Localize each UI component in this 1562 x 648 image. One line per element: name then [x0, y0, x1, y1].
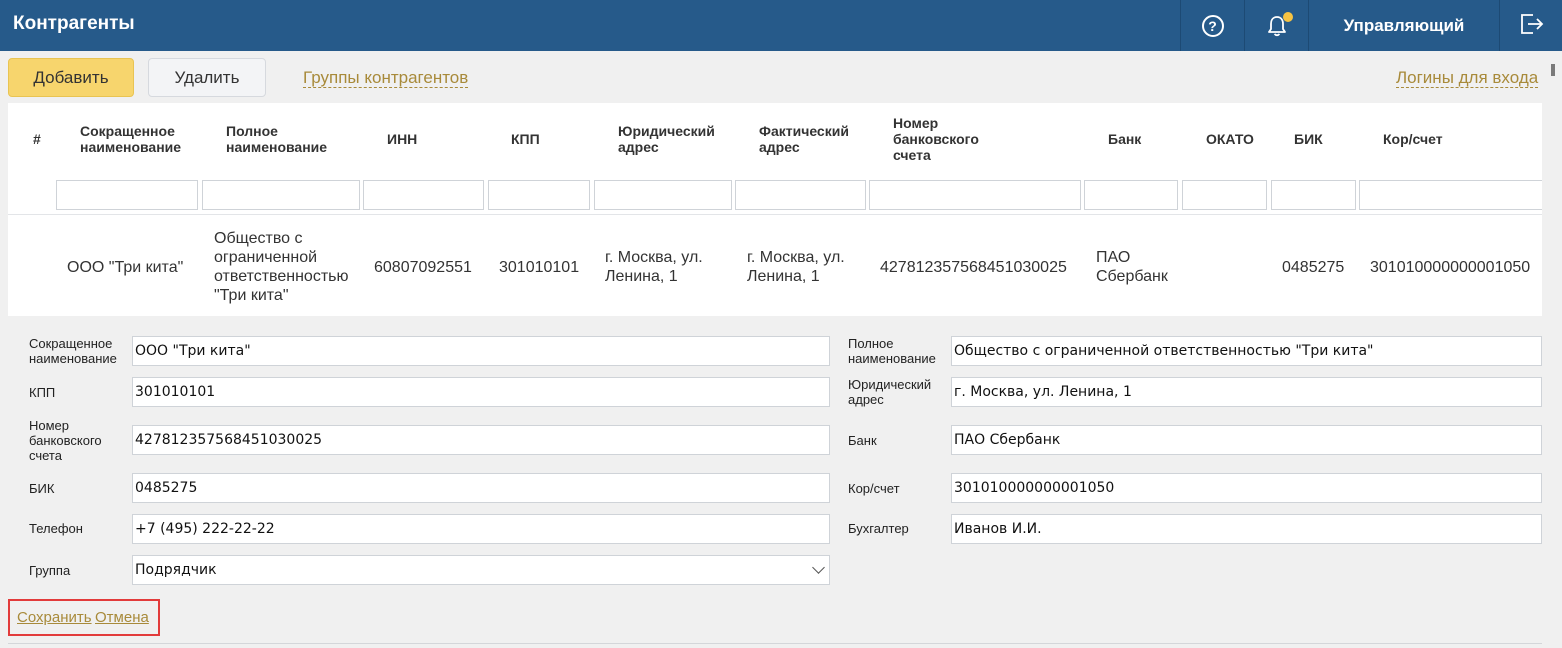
- cell-legal-address: г. Москва, ул. Ленина, 1: [605, 249, 703, 285]
- column-header-short-name[interactable]: Сокращенное наименование: [80, 123, 210, 155]
- accountant-field[interactable]: Иванов И.И.: [951, 514, 1542, 544]
- filter-input-bik[interactable]: [1271, 180, 1356, 210]
- app-header: Контрагенты ? Управляющий: [0, 0, 1562, 51]
- bank-label: Банк: [848, 433, 877, 448]
- accountant-label: Бухгалтер: [848, 521, 909, 536]
- group-select-value: Подрядчик: [135, 562, 217, 578]
- group-label: Группа: [29, 563, 71, 578]
- filter-input-full-name[interactable]: [202, 180, 360, 210]
- filter-input-actual-address[interactable]: [735, 180, 866, 210]
- column-header-corr-account[interactable]: Кор/счет: [1383, 131, 1443, 147]
- bik-label: БИК: [29, 481, 55, 496]
- filter-input-legal-address[interactable]: [594, 180, 732, 210]
- filter-input-account[interactable]: [869, 180, 1081, 210]
- user-menu[interactable]: Управляющий: [1308, 0, 1499, 51]
- logins-link[interactable]: Логины для входа: [1396, 68, 1539, 88]
- filter-input-short-name[interactable]: [56, 180, 198, 210]
- cell-inn: 60807092551: [374, 259, 472, 276]
- logout-button[interactable]: [1499, 0, 1562, 51]
- account-field[interactable]: 427812357568451030025: [132, 425, 830, 455]
- column-header-full-name[interactable]: Полное наименование: [226, 123, 356, 155]
- notifications-button[interactable]: [1244, 0, 1308, 51]
- divider: [8, 643, 1542, 644]
- cell-short-name: ООО "Три кита": [67, 259, 184, 276]
- column-header-inn[interactable]: ИНН: [387, 131, 417, 147]
- cell-full-name: Общество с ограниченной ответственностью…: [214, 230, 349, 304]
- cell-corr-account: 301010000000001050: [1370, 259, 1531, 276]
- column-header-bik[interactable]: БИК: [1294, 131, 1323, 147]
- cell-account: 427812357568451030025: [880, 259, 1067, 276]
- column-header-kpp[interactable]: КПП: [511, 131, 540, 147]
- filter-input-inn[interactable]: [363, 180, 484, 210]
- kpp-field[interactable]: 301010101: [132, 377, 830, 407]
- kpp-label: КПП: [29, 385, 56, 400]
- filter-input-kpp[interactable]: [488, 180, 590, 210]
- cancel-link[interactable]: Отмена: [95, 609, 149, 626]
- cell-kpp: 301010101: [499, 259, 580, 276]
- contractor-groups-link[interactable]: Группы контрагентов: [303, 68, 469, 88]
- full-name-field[interactable]: Общество с ограниченной ответственностью…: [951, 336, 1542, 366]
- chevron-down-icon: [812, 561, 825, 574]
- short-name-field[interactable]: ООО "Три кита": [132, 336, 830, 366]
- bank-field[interactable]: ПАО Сбербанк: [951, 425, 1542, 455]
- account-label: Номер банковского счета: [29, 418, 102, 463]
- contractors-table: # Сокращенное наименование Полное наимен…: [8, 103, 1542, 316]
- legal-address-label: Юридический адрес: [848, 377, 932, 407]
- phone-label: Телефон: [29, 521, 83, 536]
- group-select[interactable]: Подрядчик: [132, 555, 830, 585]
- column-header-bank[interactable]: Банк: [1108, 131, 1141, 147]
- logout-icon: [1519, 12, 1545, 39]
- notification-badge: [1282, 11, 1293, 22]
- column-header-account[interactable]: Номер банковского счета: [893, 115, 1003, 163]
- bell-icon: [1267, 11, 1293, 37]
- corr-account-label: Кор/счет: [848, 481, 900, 496]
- filter-input-bank[interactable]: [1084, 180, 1178, 210]
- column-header-number[interactable]: #: [33, 131, 41, 147]
- cell-bank: ПАО Сбербанк: [1096, 249, 1168, 285]
- cell-bik: 0485275: [1282, 259, 1345, 276]
- save-link[interactable]: Сохранить: [17, 609, 92, 626]
- add-button[interactable]: Добавить: [8, 58, 134, 97]
- divider: [8, 214, 1542, 215]
- page-title: Контрагенты: [13, 13, 135, 34]
- phone-field[interactable]: +7 (495) 222-22-22: [132, 514, 830, 544]
- column-header-legal-address[interactable]: Юридический адрес: [618, 123, 738, 155]
- delete-button[interactable]: Удалить: [148, 58, 266, 97]
- cell-actual-address: г. Москва, ул. Ленина, 1: [747, 249, 845, 285]
- help-icon: ?: [1201, 14, 1224, 37]
- full-name-label: Полное наименование: [848, 336, 936, 366]
- column-header-okato[interactable]: ОКАТО: [1206, 131, 1254, 147]
- filter-input-corr-account[interactable]: [1359, 180, 1542, 210]
- help-button[interactable]: ?: [1180, 0, 1244, 51]
- filter-input-okato[interactable]: [1182, 180, 1267, 210]
- corr-account-field[interactable]: 301010000000001050: [951, 473, 1542, 503]
- bik-field[interactable]: 0485275: [132, 473, 830, 503]
- legal-address-field[interactable]: г. Москва, ул. Ленина, 1: [951, 377, 1542, 407]
- scrollbar[interactable]: [1551, 64, 1555, 76]
- short-name-label: Сокращенное наименование: [29, 336, 117, 366]
- column-header-actual-address[interactable]: Фактический адрес: [759, 123, 869, 155]
